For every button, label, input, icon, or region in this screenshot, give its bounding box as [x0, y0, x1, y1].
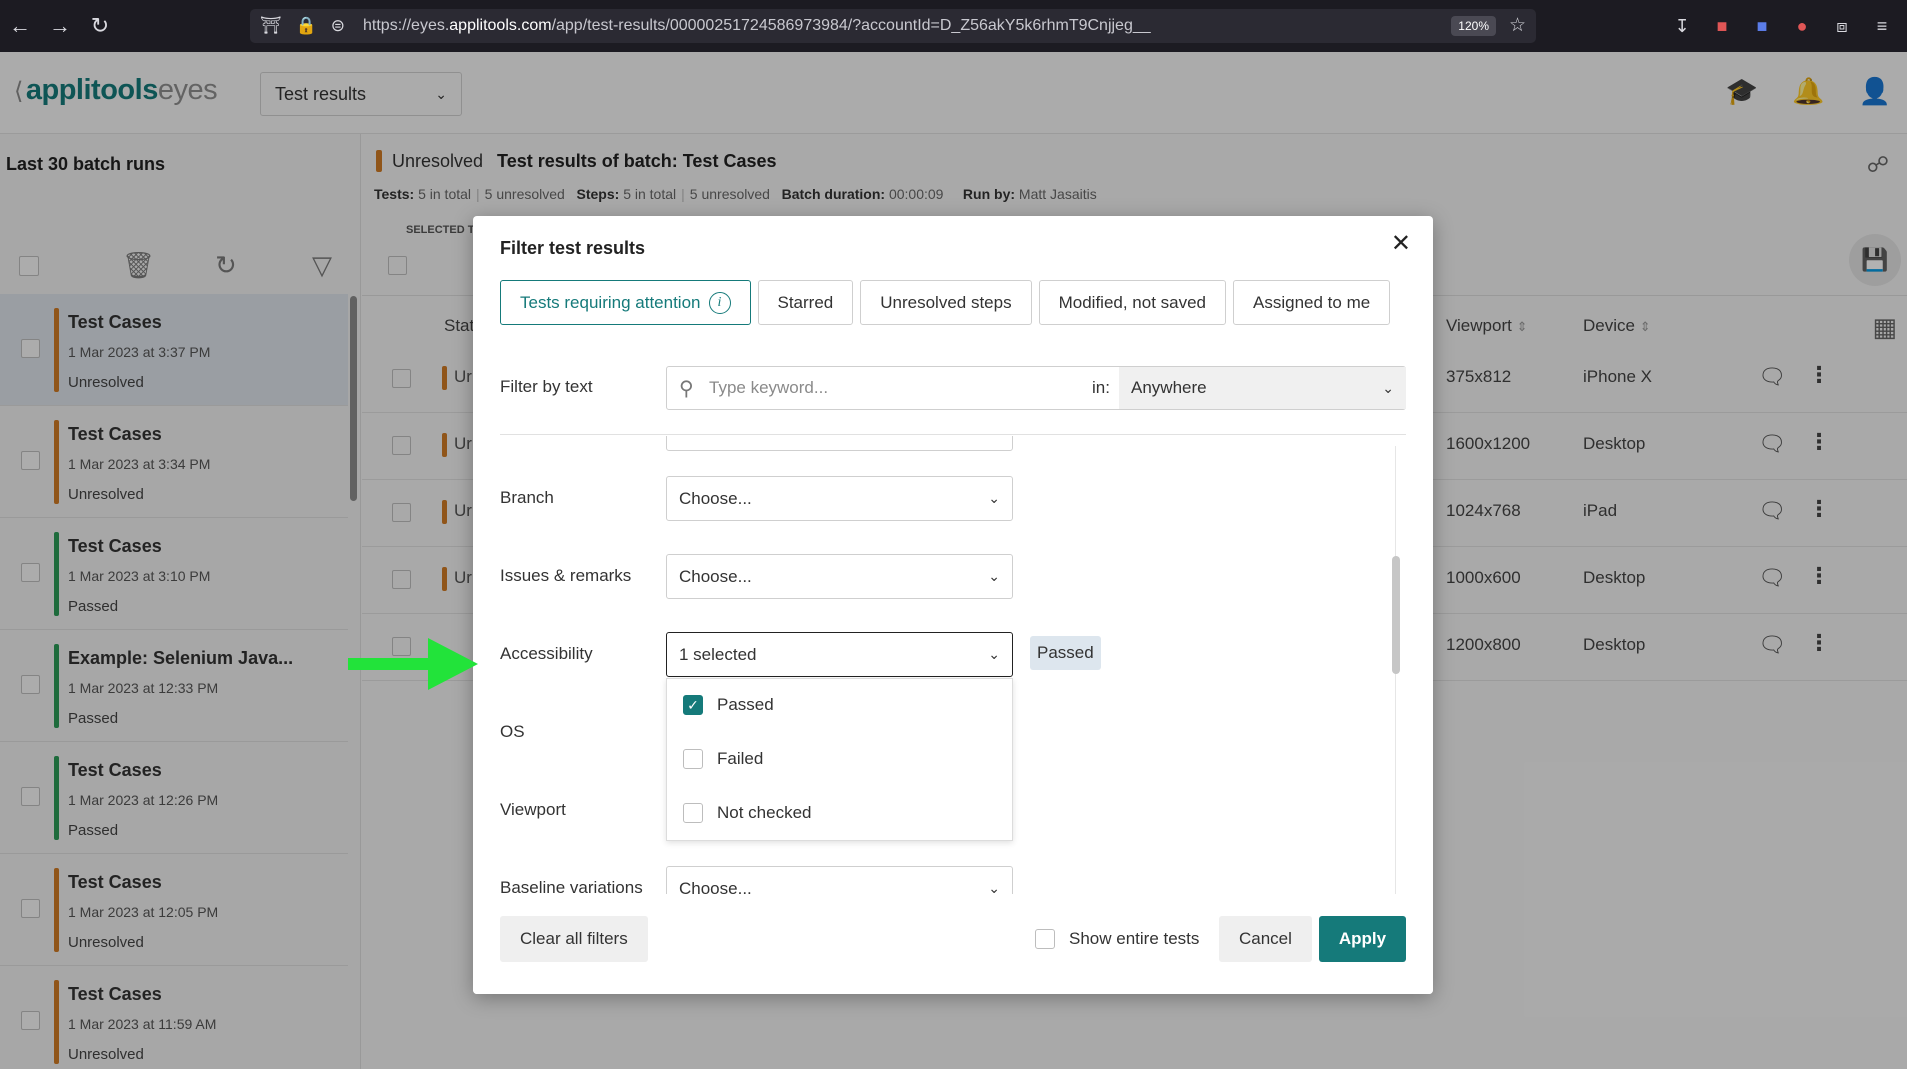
- dialog-title: Filter test results: [500, 238, 646, 258]
- shield-icon: ⛩: [260, 16, 282, 35]
- extension-icon[interactable]: ■: [1749, 16, 1775, 37]
- keyword-input[interactable]: [709, 378, 1089, 398]
- keyword-search: ⚲ in: Anywhere ⌄: [666, 366, 1406, 410]
- issues-remarks-label: Issues & remarks: [500, 566, 632, 585]
- chevron-down-icon: ⌄: [988, 880, 1000, 894]
- browser-toolbar: ← → ↻ ⛩ 🔒 ⊜ https://eyes.applitools.com/…: [0, 0, 1907, 52]
- address-bar[interactable]: ⛩ 🔒 ⊜ https://eyes.applitools.com/app/te…: [250, 9, 1536, 43]
- partial-select[interactable]: [666, 436, 1013, 451]
- chevron-down-icon: ⌄: [1382, 379, 1394, 396]
- zoom-badge[interactable]: 120%: [1451, 16, 1496, 36]
- accessibility-dropdown: ✓ Passed Failed Not checked: [666, 678, 1013, 841]
- filter-by-text-row: Filter by text ⚲ in: Anywhere ⌄: [500, 366, 1406, 410]
- search-icon: ⚲: [679, 377, 694, 400]
- close-icon[interactable]: ✕: [1391, 232, 1411, 256]
- viewport-label: Viewport: [500, 800, 566, 819]
- forward-icon[interactable]: →: [40, 6, 80, 46]
- chip-modified-not-saved[interactable]: Modified, not saved: [1038, 280, 1227, 325]
- reload-icon[interactable]: ↻: [80, 6, 120, 46]
- option-passed[interactable]: ✓ Passed: [683, 695, 774, 715]
- permissions-icon[interactable]: ⊜: [331, 16, 345, 36]
- back-icon[interactable]: ←: [0, 6, 40, 46]
- accessibility-select[interactable]: 1 selected ⌄: [666, 632, 1013, 677]
- quick-filter-chips: Tests requiring attention i Starred Unre…: [500, 280, 1391, 325]
- branch-label: Branch: [500, 488, 554, 507]
- chevron-down-icon: ⌄: [988, 646, 1000, 662]
- accessibility-label: Accessibility: [500, 644, 593, 663]
- extensions-puzzle-icon[interactable]: ⧈: [1829, 16, 1855, 37]
- apply-button[interactable]: Apply: [1319, 916, 1406, 962]
- chip-assigned-to-me[interactable]: Assigned to me: [1233, 280, 1391, 325]
- checkbox[interactable]: [683, 749, 703, 769]
- show-entire-tests-checkbox[interactable]: [1035, 929, 1055, 949]
- show-entire-tests-toggle[interactable]: Show entire tests: [1035, 929, 1199, 949]
- chevron-down-icon: ⌄: [988, 490, 1000, 506]
- chip-tests-requiring-attention[interactable]: Tests requiring attention i: [500, 280, 751, 325]
- download-icon[interactable]: ↧: [1669, 16, 1695, 37]
- filters-scroll-area: Branch Choose... ⌄ Issues & remarks Choo…: [473, 436, 1433, 894]
- in-label: in:: [1092, 378, 1110, 397]
- dialog-footer: Clear all filters Show entire tests Canc…: [473, 894, 1433, 994]
- search-scope-select[interactable]: Anywhere ⌄: [1119, 367, 1406, 409]
- chip-starred[interactable]: Starred: [757, 280, 854, 325]
- baseline-variations-label: Baseline variations: [500, 878, 643, 894]
- filter-by-text-label: Filter by text: [500, 377, 593, 396]
- extension-icon[interactable]: ■: [1709, 16, 1735, 37]
- chevron-down-icon: ⌄: [988, 568, 1000, 584]
- chip-unresolved-steps[interactable]: Unresolved steps: [860, 280, 1032, 325]
- clear-all-filters-button[interactable]: Clear all filters: [500, 916, 648, 962]
- annotation-arrow-icon: [348, 638, 478, 690]
- info-icon[interactable]: i: [708, 291, 731, 314]
- scrollbar-thumb[interactable]: [1392, 556, 1400, 674]
- browser-extensions: ↧ ■ ■ ● ⧈ ≡: [1669, 0, 1907, 52]
- filter-dialog: Filter test results ✕ Tests requiring at…: [473, 216, 1433, 994]
- option-failed[interactable]: Failed: [683, 749, 763, 769]
- cancel-button[interactable]: Cancel: [1219, 916, 1312, 962]
- menu-icon[interactable]: ≡: [1869, 16, 1895, 37]
- accessibility-selected-tag: Passed: [1030, 636, 1101, 670]
- dialog-scrollbar[interactable]: [1392, 446, 1400, 894]
- checkbox[interactable]: [683, 803, 703, 823]
- option-not-checked[interactable]: Not checked: [683, 803, 812, 823]
- extension-icon[interactable]: ●: [1789, 16, 1815, 37]
- os-label: OS: [500, 722, 525, 741]
- lock-icon: 🔒: [295, 16, 317, 35]
- issues-remarks-select[interactable]: Choose... ⌄: [666, 554, 1013, 599]
- baseline-variations-select[interactable]: Choose... ⌄: [666, 866, 1013, 894]
- branch-select[interactable]: Choose... ⌄: [666, 476, 1013, 521]
- show-entire-tests-label: Show entire tests: [1069, 929, 1200, 948]
- url-text[interactable]: https://eyes.applitools.com/app/test-res…: [363, 17, 1151, 35]
- checkbox-checked[interactable]: ✓: [683, 695, 703, 715]
- bookmark-star-icon[interactable]: ☆: [1509, 14, 1526, 37]
- divider: [500, 434, 1406, 435]
